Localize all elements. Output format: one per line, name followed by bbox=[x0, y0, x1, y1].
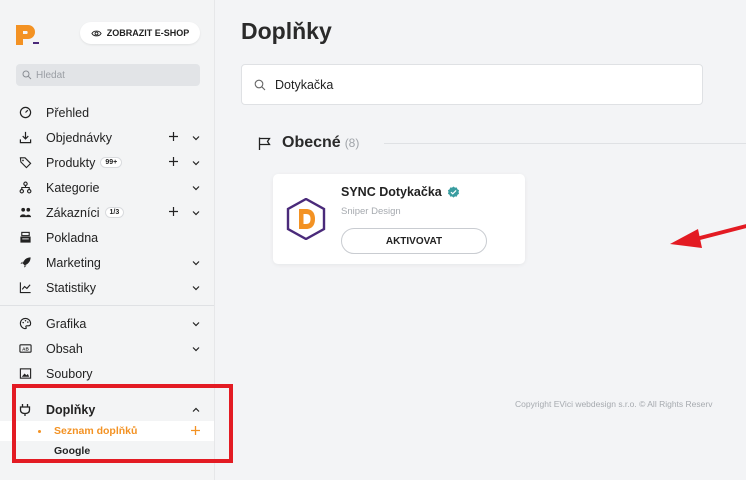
products-count-badge: 99+ bbox=[100, 157, 123, 168]
sidebar-item-pokladna[interactable]: Pokladna bbox=[0, 225, 214, 250]
sidebar-item-grafika[interactable]: Grafika bbox=[0, 311, 214, 336]
chevron-down-icon[interactable] bbox=[191, 344, 201, 354]
sidebar-item-soubory[interactable]: Soubory bbox=[0, 361, 214, 386]
search-icon bbox=[254, 79, 266, 90]
sidebar-item-label: Zákazníci bbox=[46, 205, 100, 220]
sidebar-subitem-addon-list[interactable]: Seznam doplňků bbox=[0, 421, 214, 441]
sidebar-item-kategorie[interactable]: Kategorie bbox=[0, 175, 214, 200]
activate-button[interactable]: AKTIVOVAT bbox=[341, 228, 487, 254]
line-chart-icon bbox=[19, 282, 31, 294]
sidebar-item-label: Statistiky bbox=[46, 280, 97, 295]
eye-icon bbox=[91, 30, 102, 36]
sidebar-nav: Přehled Objednávky Produkty 99+ Kategori… bbox=[0, 100, 214, 386]
download-tray-icon bbox=[19, 131, 31, 144]
sidebar-item-prehled[interactable]: Přehled bbox=[0, 100, 214, 125]
sidebar-item-label: Produkty bbox=[46, 155, 96, 170]
active-bullet bbox=[38, 430, 41, 433]
add-product-plus-icon[interactable] bbox=[168, 156, 179, 167]
addon-vendor: Sniper Design bbox=[341, 206, 401, 217]
sidebar-item-doplnky[interactable]: Doplňky bbox=[0, 398, 214, 421]
show-eshop-label: ZOBRAZIT E-SHOP bbox=[106, 28, 190, 38]
addon-name: SYNC Dotykačka bbox=[341, 185, 460, 199]
sidebar-subitem-label: Google bbox=[54, 445, 91, 457]
sidebar-item-label: Grafika bbox=[46, 316, 87, 331]
flag-icon bbox=[258, 137, 271, 150]
sidebar-item-label: Přehled bbox=[46, 105, 90, 120]
svg-text:AB: AB bbox=[22, 347, 29, 352]
rocket-icon bbox=[19, 257, 31, 268]
verified-badge-icon bbox=[447, 185, 459, 198]
chevron-down-icon[interactable] bbox=[191, 283, 201, 293]
add-customer-plus-icon[interactable] bbox=[168, 206, 179, 217]
chevron-down-icon[interactable] bbox=[191, 208, 201, 218]
group-header: Obecné (8) bbox=[257, 134, 359, 152]
addon-card: SYNC Dotykačka Sniper Design AKTIVOVAT bbox=[273, 174, 525, 264]
sidebar-search[interactable] bbox=[16, 64, 200, 86]
show-eshop-button[interactable]: ZOBRAZIT E-SHOP bbox=[80, 22, 200, 44]
sidebar-item-statistiky[interactable]: Statistiky bbox=[0, 275, 214, 300]
sidebar-item-label: Pokladna bbox=[46, 230, 99, 245]
content-ab-icon: AB bbox=[18, 344, 32, 353]
addon-name-text: SYNC Dotykačka bbox=[341, 185, 442, 199]
group-divider bbox=[384, 143, 746, 144]
sidebar-item-marketing[interactable]: Marketing bbox=[0, 250, 214, 275]
chevron-down-icon[interactable] bbox=[191, 183, 201, 193]
dotykacka-logo-icon bbox=[286, 198, 326, 240]
customers-count-badge: 1/3 bbox=[104, 207, 125, 218]
sidebar-item-produkty[interactable]: Produkty 99+ bbox=[0, 150, 214, 175]
main-content: Doplňky Obecné (8) SYNC Dotykačka Sniper… bbox=[216, 0, 746, 480]
addon-search-input[interactable] bbox=[275, 77, 675, 92]
sidebar-item-label: Soubory bbox=[46, 366, 93, 381]
add-order-plus-icon[interactable] bbox=[168, 131, 179, 142]
sidebar-search-input[interactable] bbox=[36, 69, 196, 81]
sidebar-item-label: Doplňky bbox=[46, 402, 96, 417]
footer-copyright: Copyright EVici webdesign s.r.o. © All R… bbox=[515, 399, 713, 409]
cash-register-icon bbox=[19, 231, 31, 243]
sidebar-item-obsah[interactable]: AB Obsah bbox=[0, 336, 214, 361]
page-title: Doplňky bbox=[241, 18, 332, 44]
sidebar-divider bbox=[0, 305, 214, 306]
sidebar: ZOBRAZIT E-SHOP Přehled Objednávky Produ… bbox=[0, 0, 215, 480]
sidebar-item-objednavky[interactable]: Objednávky bbox=[0, 125, 214, 150]
dashboard-gauge-icon bbox=[19, 106, 31, 119]
group-title: Obecné bbox=[282, 134, 341, 151]
sidebar-subitem-label: Seznam doplňků bbox=[54, 425, 138, 437]
add-addon-plus-icon[interactable] bbox=[190, 425, 201, 436]
sidebar-item-label: Objednávky bbox=[46, 130, 113, 145]
chevron-up-icon[interactable] bbox=[191, 405, 201, 415]
sidebar-item-zakaznici[interactable]: Zákazníci 1/3 bbox=[0, 200, 214, 225]
chevron-down-icon[interactable] bbox=[191, 319, 201, 329]
annotation-arrow bbox=[670, 224, 746, 248]
sidebar-item-label: Marketing bbox=[46, 255, 101, 270]
chevron-down-icon[interactable] bbox=[191, 258, 201, 268]
users-icon bbox=[19, 207, 31, 218]
chevron-down-icon[interactable] bbox=[191, 158, 201, 168]
sidebar-item-label: Obsah bbox=[46, 341, 83, 356]
sidebar-item-label: Kategorie bbox=[46, 180, 100, 195]
addon-search[interactable] bbox=[241, 64, 703, 105]
palette-icon bbox=[19, 317, 31, 330]
category-tree-icon bbox=[19, 181, 31, 194]
sidebar-subitem-google[interactable]: Google bbox=[0, 441, 214, 461]
price-tag-icon bbox=[19, 157, 31, 169]
brand-logo[interactable] bbox=[13, 22, 41, 48]
plug-icon bbox=[19, 403, 31, 416]
chevron-down-icon[interactable] bbox=[191, 133, 201, 143]
image-file-icon bbox=[19, 368, 31, 379]
group-count: (8) bbox=[344, 136, 360, 150]
search-icon bbox=[22, 70, 32, 80]
addons-section: Doplňky Seznam doplňků Google bbox=[0, 398, 214, 461]
